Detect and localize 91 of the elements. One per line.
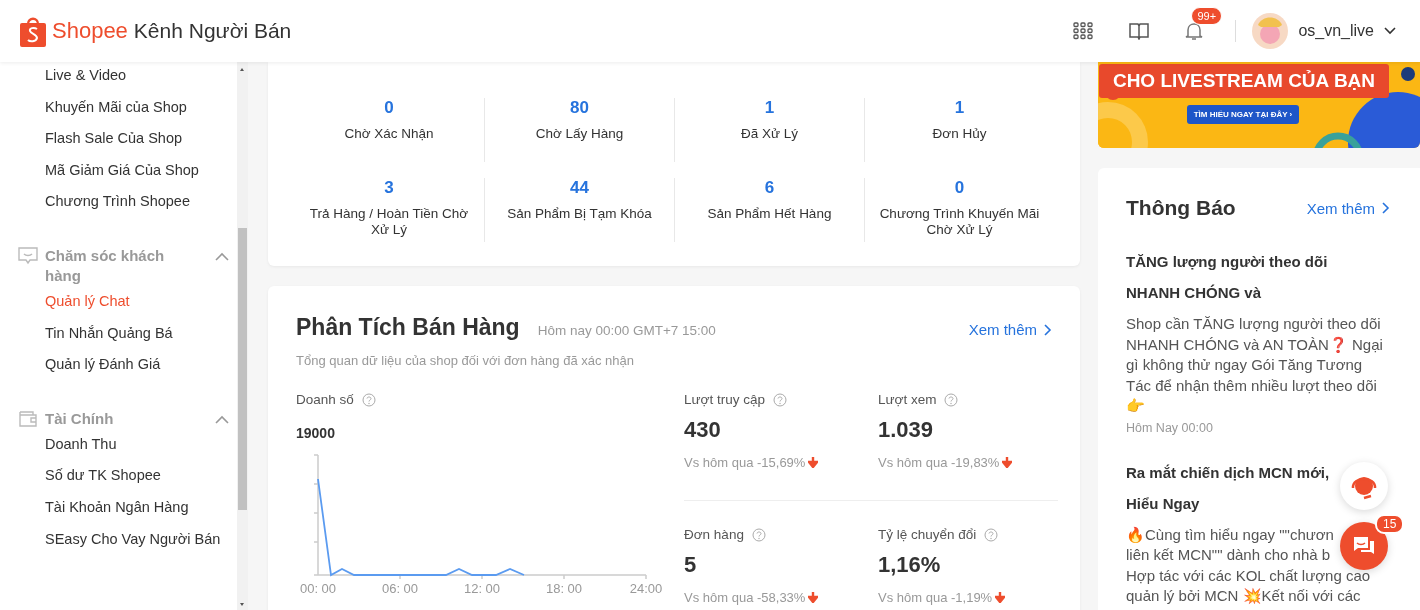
chevron-right-icon [1044, 323, 1052, 336]
metric-label: Lượt xem [878, 392, 937, 407]
stat-value[interactable]: 3 [384, 178, 394, 198]
sidebar-item[interactable]: Mã Giảm Giá Của Shop [0, 158, 237, 191]
metric-value: 1,16% [878, 552, 942, 578]
metric-value: 1.039 [878, 417, 935, 443]
metric-label: Tỷ lệ chuyển đổi [878, 527, 977, 542]
notification-badge: 99+ [1191, 7, 1223, 25]
shopping-bag-icon[interactable] [20, 15, 46, 47]
sidebar-item[interactable]: Chương Trình Shopee [0, 190, 237, 222]
user-menu[interactable]: os_vn_live [1252, 13, 1396, 49]
arrow-down-icon [808, 457, 819, 468]
bell-icon[interactable] [1185, 21, 1204, 41]
sidebar-item[interactable]: Doanh Thu [0, 432, 237, 465]
stat-label: Đơn Hủy [931, 126, 988, 142]
stat-value[interactable]: 1 [764, 98, 775, 118]
stat-value[interactable]: 0 [954, 178, 965, 198]
see-more-link[interactable]: Xem thêm [968, 321, 1052, 338]
stat-label: Sản Phẩm Bị Tạm Khóa [506, 206, 653, 222]
sidebar-item[interactable]: Tin Nhắn Quảng Bá [0, 321, 237, 354]
axis-label: 00: 00 [298, 581, 338, 596]
metric-label: Lượt truy cập [684, 392, 765, 407]
banner-button[interactable]: TÌM HIỂU NGAY TẠI ĐÂY › [1186, 105, 1300, 124]
promo-banner[interactable]: CHO LIVESTREAM CỦA BẠN TÌM HIỂU NGAY TẠI ĐÂY › [1098, 62, 1420, 148]
wallet-icon [18, 409, 38, 428]
chevron-up-icon[interactable] [215, 414, 229, 424]
stat-value[interactable]: 80 [570, 98, 589, 118]
sidebar-item[interactable]: Flash Sale Của Shop [0, 127, 237, 159]
stat-value[interactable]: 1 [954, 98, 965, 118]
book-icon[interactable] [1129, 22, 1150, 40]
stat-label: Sản Phẩm Hết Hàng [706, 206, 833, 222]
axis-label: 24:00 [628, 581, 664, 596]
help-icon[interactable] [944, 392, 959, 407]
help-icon[interactable] [984, 527, 999, 542]
notification-text: Shop cần TĂNG lượng người theo dõi NHANH CHÓNG và AN TOÀN❓ Ngại gì không thử ngay Gói Tăng Tương Tác để nhận thêm nhiều lượt theo dõi 👉 [1126, 314, 1384, 416]
chat-icon [18, 246, 38, 265]
notification-title[interactable]: TĂNG lượng người theo dõi NHANH CHÓNG và [1126, 246, 1338, 308]
time-range: Hôm nay 00:00 GMT+7 15:00 [537, 323, 716, 338]
notification-text: Hợp tác với các KOL chất lượng cao [1126, 565, 1371, 586]
stat-value[interactable]: 44 [570, 178, 589, 198]
sidebar-item[interactable]: Số dư TK Shopee [0, 464, 237, 496]
metric-label: Đơn hàng [684, 527, 744, 542]
chat-bubbles-icon [1352, 535, 1376, 557]
sidebar-item[interactable]: Tài Khoản Ngân Hàng [0, 495, 237, 528]
help-icon[interactable] [772, 392, 787, 407]
notification-text: quản lý bởi MCN 💥Kết nối với các [1126, 586, 1361, 606]
stat-value[interactable]: 0 [384, 98, 394, 118]
axis-label: 18: 00 [544, 581, 584, 596]
see-more-link[interactable]: Xem thêm [1306, 199, 1390, 217]
notification-text: liên kết MCN"" dành cho nhà b [1126, 545, 1331, 565]
sidebar-item[interactable]: Quản lý Chat [0, 289, 237, 322]
page-title: Kênh Người Bán [133, 19, 292, 43]
sidebar-item[interactable]: Live & Video [0, 64, 237, 96]
sidebar-item[interactable]: Khuyến Mãi của Shop [0, 95, 237, 128]
stat-label: Đã Xử Lý [739, 126, 800, 142]
notification-title[interactable]: Ra mắt chiến dịch MCN mới, Hiểu Ngay [1126, 456, 1338, 519]
stat-value[interactable]: 6 [764, 178, 775, 198]
arrow-down-icon [808, 592, 819, 603]
sidebar-item[interactable]: Quản lý Đánh Giá [0, 353, 237, 385]
metric-change: Vs hôm qua -1,19% [878, 590, 993, 605]
stat-label: Trả Hàng / Hoàn Tiền Chờ Xử Lý [308, 206, 470, 238]
metric-change: Vs hôm qua -19,83% [878, 455, 1000, 470]
section-subtitle: Tổng quan dữ liệu của shop đối với đơn hàng đã xác nhận [296, 353, 635, 368]
section-title: Phân Tích Bán Hàng [296, 314, 520, 341]
brand-name[interactable]: Shopee [52, 18, 128, 44]
help-icon[interactable] [751, 527, 766, 542]
metric-label: Doanh số [296, 392, 354, 407]
stat-label: Chương Trình Khuyến Mãi Chờ Xử Lý [878, 206, 1041, 238]
arrow-down-icon [1002, 457, 1013, 468]
avatar-icon [1252, 13, 1289, 49]
chevron-right-icon [1382, 202, 1390, 214]
axis-label: 12: 00 [462, 581, 502, 596]
metric-change: Vs hôm qua -15,69% [684, 455, 806, 470]
chevron-up-icon[interactable] [215, 251, 229, 261]
notification-time: Hôm Nay 00:00 [1126, 420, 1214, 435]
axis-label: 06: 00 [380, 581, 420, 596]
metric-change: Vs hôm qua -58,33% [684, 590, 806, 605]
metric-value: 430 [684, 417, 722, 443]
notification-text: 🔥Cùng tìm hiểu ngay ""chươn [1126, 524, 1334, 545]
banner-headline: CHO LIVESTREAM CỦA BẠN [1098, 64, 1390, 98]
sidebar-item[interactable]: SEasy Cho Vay Người Bán [0, 527, 237, 560]
apps-grid-icon[interactable] [1073, 22, 1094, 40]
help-icon[interactable] [361, 392, 376, 407]
stat-label: Chờ Xác Nhận [343, 126, 435, 142]
section-title: Thông Báo [1126, 196, 1236, 220]
stat-label: Chờ Lấy Hàng [534, 126, 625, 142]
arrow-down-icon [995, 592, 1006, 603]
metric-value: 5 [684, 552, 698, 578]
metric-value: 19000 [296, 425, 336, 441]
chevron-down-icon [1384, 27, 1396, 35]
scrollbar[interactable] [237, 62, 248, 610]
